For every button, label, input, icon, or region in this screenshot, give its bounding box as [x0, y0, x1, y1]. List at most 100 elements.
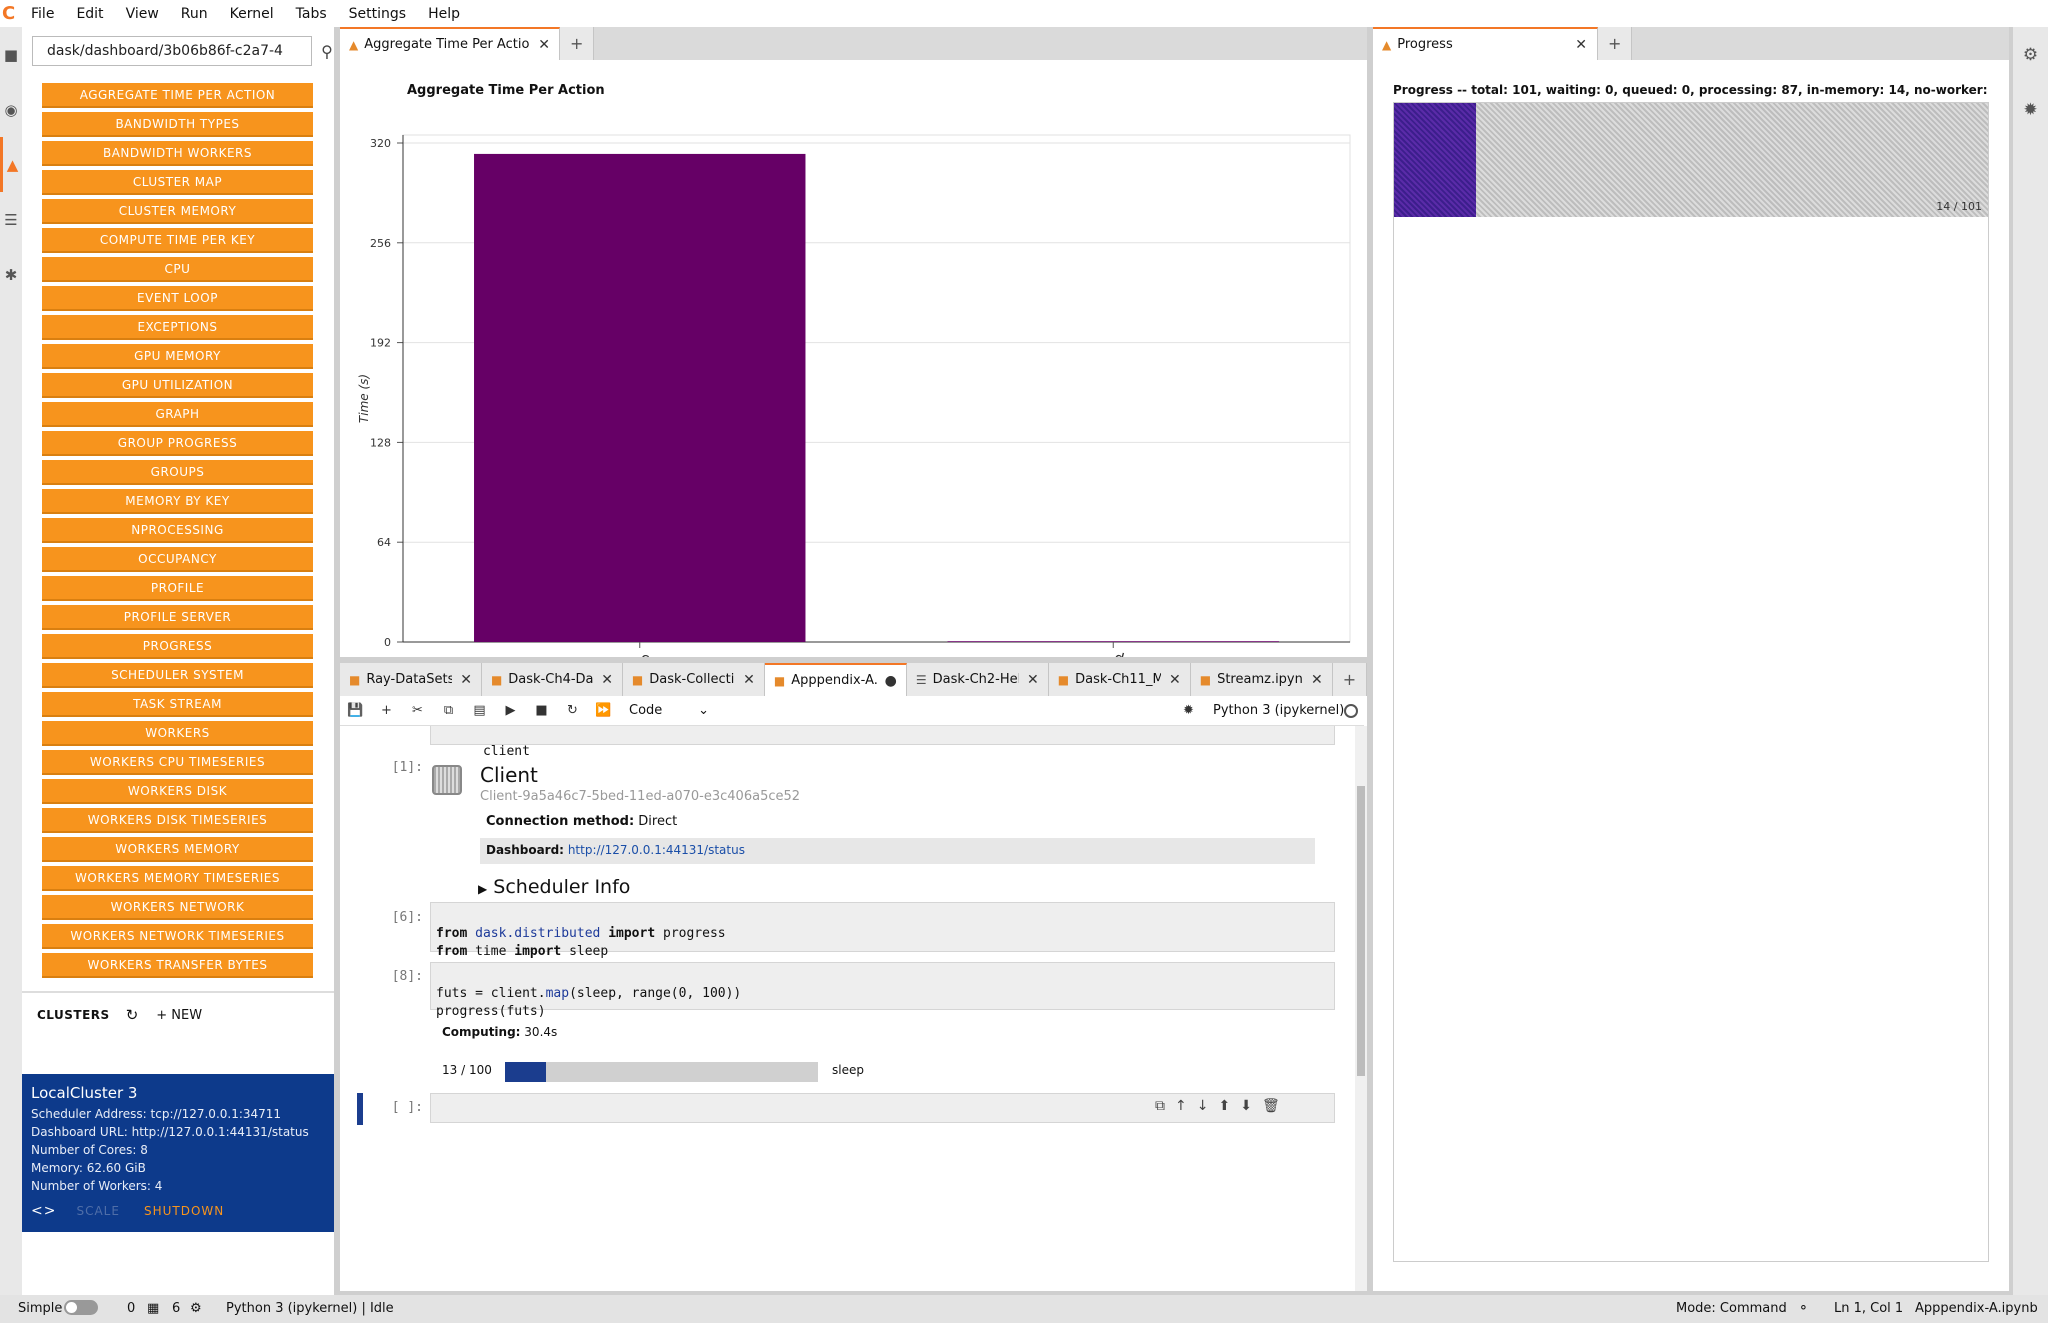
dashboard-button-profile[interactable]: PROFILE	[42, 576, 313, 601]
kernel-name[interactable]: Python 3 (ipykernel)	[1213, 703, 1344, 718]
code-cell-6[interactable]: from dask.distributed import progress fr…	[430, 902, 1335, 959]
dashboard-button-workers-transfer-bytes[interactable]: WORKERS TRANSFER BYTES	[42, 953, 313, 978]
menu-kernel[interactable]: Kernel	[219, 6, 285, 22]
tab-dask-collections[interactable]: ■ Dask-Collectior ✕	[622, 663, 765, 696]
dashboard-button-group-progress[interactable]: GROUP PROGRESS	[42, 431, 313, 456]
tab-dask-ch11[interactable]: ■ Dask-Ch11_ML ✕	[1048, 663, 1191, 696]
tab-streamz[interactable]: ■ Streamz.ipynb ✕	[1190, 663, 1333, 696]
debugger-bug-icon[interactable]: ✹	[1183, 703, 1194, 718]
dashboard-button-event-loop[interactable]: EVENT LOOP	[42, 286, 313, 311]
cluster-card[interactable]: LocalCluster 3 Scheduler Address: tcp://…	[22, 1074, 334, 1232]
kernel-icon[interactable]: ⚙	[190, 1301, 202, 1316]
unsaved-dot-icon[interactable]: ●	[885, 673, 897, 689]
tab-progress[interactable]: ▲ Progress ✕	[1373, 27, 1598, 60]
dashboard-url-input[interactable]	[33, 43, 283, 59]
dashboard-button-cpu[interactable]: CPU	[42, 257, 313, 282]
insert-cell-icon[interactable]: +	[371, 703, 402, 718]
stop-icon[interactable]: ■	[526, 703, 557, 718]
insert-below-icon[interactable]: ⬇	[1240, 1098, 1252, 1114]
cut-icon[interactable]: ✂	[402, 703, 433, 718]
dashboard-button-gpu-memory[interactable]: GPU MEMORY	[42, 344, 313, 369]
dashboard-button-scheduler-system[interactable]: SCHEDULER SYSTEM	[42, 663, 313, 688]
debugger-icon[interactable]: ✹	[2013, 82, 2048, 137]
dashboard-button-workers-cpu-timeseries[interactable]: WORKERS CPU TIMESERIES	[42, 750, 313, 775]
dashboard-button-compute-time-per-key[interactable]: COMPUTE TIME PER KEY	[42, 228, 313, 253]
menu-help[interactable]: Help	[417, 6, 471, 22]
move-down-icon[interactable]: ↓	[1197, 1098, 1209, 1114]
delete-cell-icon[interactable]: 🗑	[1262, 1098, 1280, 1114]
dashboard-button-bandwidth-workers[interactable]: BANDWIDTH WORKERS	[42, 141, 313, 166]
menu-settings[interactable]: Settings	[338, 6, 417, 22]
dashboard-button-aggregate-time-per-action[interactable]: AGGREGATE TIME PER ACTION	[42, 83, 313, 108]
close-icon[interactable]: ✕	[1169, 672, 1181, 688]
dashboard-button-profile-server[interactable]: PROFILE SERVER	[42, 605, 313, 630]
scale-button[interactable]: SCALE	[76, 1204, 119, 1218]
tab-dask-ch2[interactable]: ☰ Dask-Ch2-Hellc ✕	[906, 663, 1049, 696]
close-icon[interactable]: ✕	[1311, 672, 1323, 688]
running-icon[interactable]: ◉	[0, 82, 22, 137]
property-inspector-icon[interactable]: ⚙	[2013, 27, 2048, 82]
tab-appendix-a[interactable]: ■ Apppendix-A.ip ●	[764, 663, 907, 696]
inject-code-button[interactable]: <>	[31, 1203, 56, 1219]
search-icon[interactable]: ⚲	[315, 42, 339, 61]
insert-above-icon[interactable]: ⬆	[1218, 1098, 1230, 1114]
dashboard-button-nprocessing[interactable]: NPROCESSING	[42, 518, 313, 543]
add-tab-icon[interactable]: +	[1598, 27, 1633, 60]
menu-tabs[interactable]: Tabs	[285, 6, 338, 22]
copy-icon[interactable]: ⧉	[433, 703, 464, 718]
dashboard-button-cluster-memory[interactable]: CLUSTER MEMORY	[42, 199, 313, 224]
dashboard-button-workers[interactable]: WORKERS	[42, 721, 313, 746]
simple-mode-toggle[interactable]	[64, 1300, 98, 1315]
scheduler-info-toggle[interactable]: ▶ Scheduler Info	[478, 876, 630, 898]
close-icon[interactable]: ✕	[538, 37, 550, 53]
save-icon[interactable]: 💾	[340, 703, 371, 718]
folder-icon[interactable]: ■	[0, 27, 22, 82]
tab-aggregate-time[interactable]: ▲ Aggregate Time Per Action ✕	[340, 27, 560, 60]
tab-dask-ch4[interactable]: ■ Dask-Ch4-Data ✕	[481, 663, 623, 696]
dashboard-button-graph[interactable]: GRAPH	[42, 402, 313, 427]
cell-type-select[interactable]: Code ⌄	[629, 703, 709, 718]
menu-file[interactable]: File	[20, 6, 65, 22]
notebook-scrollbar[interactable]	[1355, 726, 1367, 1291]
paste-icon[interactable]: ▤	[464, 703, 495, 718]
dashboard-button-workers-disk[interactable]: WORKERS DISK	[42, 779, 313, 804]
add-tab-icon[interactable]: +	[560, 27, 595, 60]
menu-run[interactable]: Run	[170, 6, 219, 22]
shield-icon[interactable]: ⚬	[1798, 1301, 1809, 1316]
close-icon[interactable]: ✕	[1575, 37, 1587, 53]
shutdown-button[interactable]: SHUTDOWN	[144, 1204, 224, 1218]
run-icon[interactable]: ▶	[495, 703, 526, 718]
terminal-icon[interactable]: ▦	[147, 1301, 159, 1316]
toc-icon[interactable]: ☰	[0, 192, 22, 247]
scrollbar-thumb[interactable]	[1357, 786, 1365, 1076]
dask-icon[interactable]: ▲	[0, 137, 22, 192]
dashboard-button-progress[interactable]: PROGRESS	[42, 634, 313, 659]
dashboard-button-cluster-map[interactable]: CLUSTER MAP	[42, 170, 313, 195]
dashboard-button-workers-network-timeseries[interactable]: WORKERS NETWORK TIMESERIES	[42, 924, 313, 949]
extension-icon[interactable]: ✱	[0, 247, 22, 302]
move-up-icon[interactable]: ↑	[1175, 1098, 1187, 1114]
dashboard-link[interactable]: http://127.0.0.1:44131/status	[568, 843, 745, 857]
close-icon[interactable]: ✕	[743, 672, 755, 688]
menu-edit[interactable]: Edit	[65, 6, 114, 22]
close-icon[interactable]: ✕	[1027, 672, 1039, 688]
duplicate-cell-icon[interactable]: ⧉	[1155, 1098, 1165, 1114]
dashboard-button-gpu-utilization[interactable]: GPU UTILIZATION	[42, 373, 313, 398]
restart-icon[interactable]: ↻	[557, 703, 588, 718]
dashboard-button-task-stream[interactable]: TASK STREAM	[42, 692, 313, 717]
code-cell-8[interactable]: futs = client.map(sleep, range(0, 100)) …	[430, 962, 1335, 1019]
cursor-position[interactable]: Ln 1, Col 1	[1834, 1301, 1903, 1316]
dashboard-button-bandwidth-types[interactable]: BANDWIDTH TYPES	[42, 112, 313, 137]
dashboard-button-occupancy[interactable]: OCCUPANCY	[42, 547, 313, 572]
close-icon[interactable]: ✕	[460, 672, 472, 688]
dashboard-button-groups[interactable]: GROUPS	[42, 460, 313, 485]
code-cell-partial[interactable]: client	[430, 726, 1335, 759]
tab-ray-datasets[interactable]: ■ Ray-DataSets.i ✕	[340, 663, 482, 696]
dashboard-button-exceptions[interactable]: EXCEPTIONS	[42, 315, 313, 340]
dashboard-button-workers-memory[interactable]: WORKERS MEMORY	[42, 837, 313, 862]
dashboard-button-workers-memory-timeseries[interactable]: WORKERS MEMORY TIMESERIES	[42, 866, 313, 891]
menu-view[interactable]: View	[115, 6, 170, 22]
dashboard-button-workers-network[interactable]: WORKERS NETWORK	[42, 895, 313, 920]
kernel-status[interactable]: Python 3 (ipykernel) | Idle	[226, 1301, 394, 1316]
dashboard-button-memory-by-key[interactable]: MEMORY BY KEY	[42, 489, 313, 514]
